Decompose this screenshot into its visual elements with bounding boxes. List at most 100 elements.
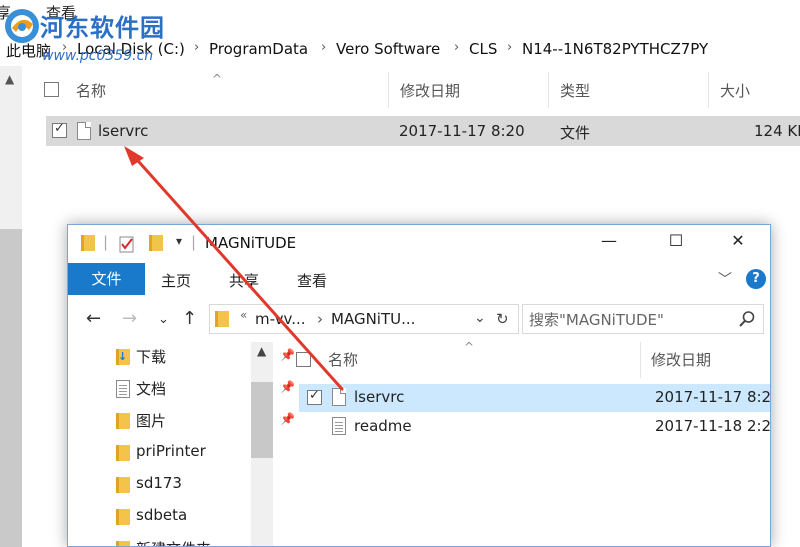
- expand-ribbon-chevron-icon[interactable]: ﹀: [718, 269, 732, 289]
- quick-access-dropdown-icon[interactable]: ▾: [176, 234, 182, 248]
- search-icon[interactable]: [738, 310, 756, 328]
- sidebar-item-documents[interactable]: 文档 📌: [112, 374, 295, 402]
- breadcrumb-separator-icon: ›: [317, 310, 323, 328]
- background-address-bar[interactable]: 此电脑 › Local Disk (C:) › ProgramData › Ve…: [0, 34, 800, 64]
- select-all-checkbox[interactable]: [44, 82, 59, 97]
- sidebar-item-pictures[interactable]: 图片 📌: [112, 406, 295, 434]
- tab-file[interactable]: 文件: [68, 263, 145, 295]
- pictures-folder-icon: [116, 413, 130, 429]
- sidebar-item-label: priPrinter: [136, 442, 206, 460]
- sidebar-item-downloads[interactable]: ↓ 下载 📌: [112, 342, 295, 370]
- column-divider: [388, 72, 389, 108]
- documents-icon: [116, 380, 130, 398]
- properties-icon[interactable]: [119, 235, 135, 253]
- sidebar-item-new-folder[interactable]: 新建文件夹: [112, 534, 252, 546]
- scroll-up-icon[interactable]: ▲: [5, 72, 14, 86]
- file-type: 文件: [560, 124, 591, 142]
- file-date: 2017-11-18 2:20: [655, 417, 771, 435]
- breadcrumb-vero-software[interactable]: Vero Software: [336, 40, 440, 58]
- forward-arrow-icon[interactable]: →: [122, 308, 137, 329]
- scroll-up-icon[interactable]: ▲: [257, 344, 266, 358]
- file-name: lservrc: [98, 122, 149, 140]
- address-box[interactable]: « m-vv... › MAGNiTU... ⌄ ↻: [209, 304, 519, 334]
- folder-icon: [116, 541, 130, 546]
- scrollbar-thumb[interactable]: [0, 229, 22, 547]
- sidebar-item-sdbeta[interactable]: sdbeta: [112, 502, 252, 530]
- back-arrow-icon[interactable]: ←: [86, 308, 101, 329]
- column-date[interactable]: 修改日期: [400, 80, 460, 101]
- column-date[interactable]: 修改日期: [651, 349, 711, 370]
- breadcrumb-programdata[interactable]: ProgramData: [209, 40, 308, 58]
- column-name[interactable]: 名称: [76, 80, 106, 101]
- toolbar-divider: |: [191, 233, 197, 251]
- breadcrumb-separator-icon: ›: [194, 40, 200, 55]
- sidebar-item-label: sd173: [136, 474, 182, 492]
- sidebar-item-label: 文档: [136, 380, 167, 398]
- background-nav-scrollbar[interactable]: ▲: [0, 66, 22, 547]
- tab-home[interactable]: 主页: [161, 270, 191, 291]
- sort-ascending-icon: ^: [464, 340, 475, 354]
- breadcrumb-this-pc[interactable]: 此电脑: [6, 40, 51, 61]
- file-row-readme[interactable]: readme 2017-11-18 2:20: [299, 413, 770, 441]
- search-input[interactable]: [527, 308, 736, 332]
- folder-icon: [116, 509, 130, 525]
- folder-icon: [81, 235, 95, 251]
- refresh-icon[interactable]: ↻: [496, 310, 509, 328]
- navigation-bar: ← → ⌄ ↑ « m-vv... › MAGNiTU... ⌄ ↻: [68, 300, 770, 338]
- scrollbar-thumb[interactable]: [251, 382, 273, 458]
- column-name[interactable]: 名称: [328, 349, 358, 370]
- folder-icon: [215, 311, 229, 327]
- row-checkbox[interactable]: [52, 121, 67, 138]
- text-document-icon: [332, 417, 346, 435]
- tab-view[interactable]: 查看: [297, 270, 327, 291]
- address-segment-parent[interactable]: m-vv...: [255, 310, 306, 328]
- file-name: lservrc: [354, 388, 405, 406]
- search-box[interactable]: [522, 304, 764, 334]
- up-arrow-icon[interactable]: ↑: [182, 308, 197, 329]
- navigation-pane-scrollbar[interactable]: ▲: [251, 342, 273, 546]
- file-row-lservrc[interactable]: lservrc 2017-11-17 8:20 文件 124 KB: [46, 116, 800, 146]
- recent-locations-chevron-icon[interactable]: ⌄: [158, 312, 169, 327]
- sidebar-item-sd173[interactable]: sd173: [112, 470, 252, 498]
- magnitude-explorer-window: | ▾ | MAGNiTUDE — ☐ ✕ 文件 主页 共享 查看 ﹀ ? ← …: [67, 224, 771, 547]
- tab-share[interactable]: 共享: [229, 270, 259, 291]
- address-segment-current[interactable]: MAGNiTU...: [331, 310, 415, 328]
- help-button[interactable]: ?: [746, 269, 766, 289]
- file-list-header: 名称 ^ 修改日期: [276, 340, 770, 378]
- folder-icon: [116, 477, 130, 493]
- download-arrow-icon: ↓: [118, 350, 128, 363]
- sidebar-item-label: sdbeta: [136, 506, 188, 524]
- menu-view[interactable]: 查看: [46, 2, 76, 23]
- title-bar[interactable]: | ▾ | MAGNiTUDE — ☐ ✕: [68, 225, 770, 261]
- breadcrumb-current-folder[interactable]: N14--1N6T82PYTHCZ7PY: [522, 40, 708, 58]
- minimize-button[interactable]: —: [594, 231, 624, 255]
- breadcrumb-local-disk[interactable]: Local Disk (C:): [77, 40, 185, 58]
- file-date: 2017-11-17 8:20: [655, 388, 771, 406]
- menu-share[interactable]: 享: [0, 2, 11, 23]
- sidebar-item-priprinter[interactable]: priPrinter: [112, 438, 252, 466]
- window-title: MAGNiTUDE: [205, 234, 297, 252]
- close-button[interactable]: ✕: [723, 231, 753, 255]
- row-checkbox[interactable]: [307, 388, 322, 405]
- column-divider: [708, 72, 709, 108]
- column-divider: [548, 72, 549, 108]
- toolbar-divider: |: [103, 233, 109, 251]
- sidebar-item-label: 新建文件夹: [136, 538, 211, 546]
- maximize-button[interactable]: ☐: [661, 231, 691, 255]
- file-row-lservrc[interactable]: lservrc 2017-11-17 8:20: [299, 384, 770, 412]
- new-folder-icon[interactable]: [149, 235, 163, 251]
- file-icon: [332, 388, 346, 406]
- file-name: readme: [354, 417, 412, 435]
- breadcrumb-separator-icon: ›: [321, 40, 327, 55]
- column-divider: [640, 342, 641, 378]
- address-overflow-icon[interactable]: «: [240, 308, 247, 322]
- column-type[interactable]: 类型: [560, 80, 590, 101]
- breadcrumb-cls[interactable]: CLS: [469, 40, 497, 58]
- sort-ascending-icon: ^: [212, 72, 223, 86]
- folder-icon: [116, 445, 130, 461]
- breadcrumb-separator-icon: ›: [62, 40, 68, 55]
- sidebar-item-label: 图片: [136, 412, 167, 430]
- address-dropdown-chevron-icon[interactable]: ⌄: [474, 310, 486, 326]
- column-size[interactable]: 大小: [720, 80, 750, 101]
- select-all-checkbox[interactable]: [296, 352, 311, 367]
